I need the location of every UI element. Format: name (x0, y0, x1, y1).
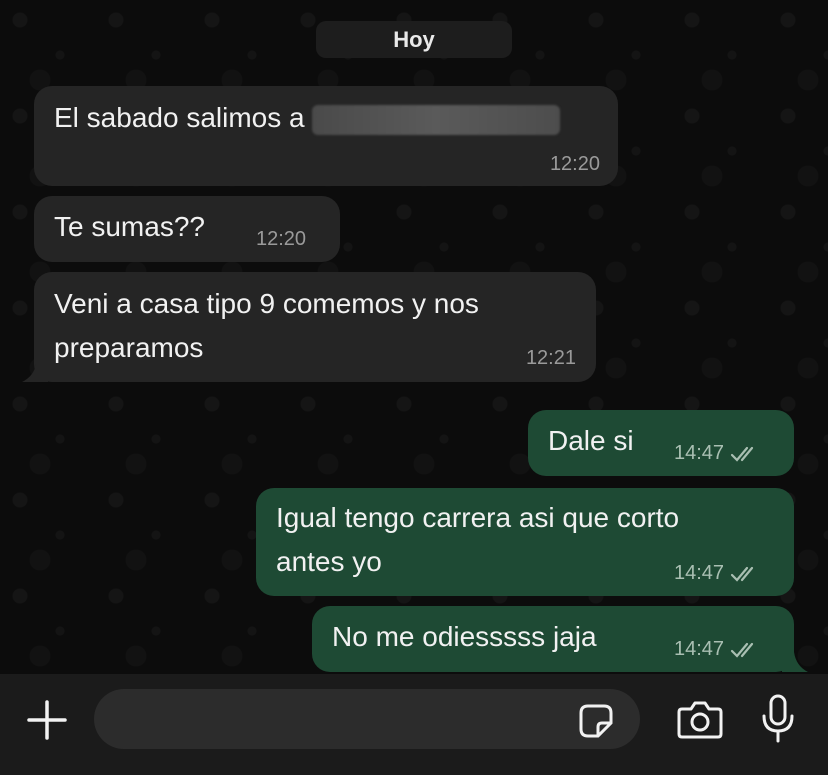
message-time: 12:21 (525, 347, 576, 369)
message-time: 12:20 (256, 228, 307, 250)
message-text-line-1: Veni a casa tipo 9 comemos y nos (54, 288, 479, 319)
message-time: 14:47 (674, 441, 760, 465)
incoming-message[interactable]: Veni a casa tipo 9 comemos y nos prepara… (34, 272, 596, 382)
message-time: 14:47 (674, 561, 760, 585)
outgoing-message[interactable]: Dale si 14:47 (528, 410, 794, 476)
sticker-icon[interactable] (578, 703, 614, 739)
message-time: 14:47 (674, 637, 760, 661)
chat-area[interactable]: Hoy El sabado salimos a 12:20 Te sumas??… (0, 0, 828, 674)
redacted-text-block (312, 104, 561, 135)
message-text: No me odiesssss jaja (332, 621, 597, 652)
message-text-line-2: preparamos (54, 332, 204, 363)
incoming-message[interactable]: Te sumas?? 12:20 (34, 196, 340, 262)
date-divider-label: Hoy (393, 26, 435, 52)
outgoing-message[interactable]: Igual tengo carrera asi que corto antes … (256, 488, 794, 596)
bubble-tail-icon (22, 364, 48, 382)
plus-icon[interactable] (26, 699, 68, 741)
microphone-icon[interactable] (760, 694, 796, 744)
incoming-message[interactable]: El sabado salimos a 12:20 (34, 86, 618, 186)
message-input[interactable] (94, 689, 640, 749)
message-text-line-1: Igual tengo carrera asi que corto (276, 502, 680, 533)
date-divider: Hoy (316, 21, 512, 58)
message-text-line-2: antes yo (276, 546, 382, 577)
bubble-tail-icon (782, 652, 808, 672)
double-check-icon (730, 641, 760, 659)
message-time: 12:20 (549, 153, 600, 175)
message-text: Dale si (548, 425, 634, 456)
message-text: Te sumas?? (54, 211, 205, 242)
outgoing-message[interactable]: No me odiesssss jaja 14:47 (312, 606, 794, 672)
camera-icon[interactable] (676, 700, 724, 740)
double-check-icon (730, 565, 760, 583)
double-check-icon (730, 445, 760, 463)
message-text: El sabado salimos a (54, 96, 561, 140)
